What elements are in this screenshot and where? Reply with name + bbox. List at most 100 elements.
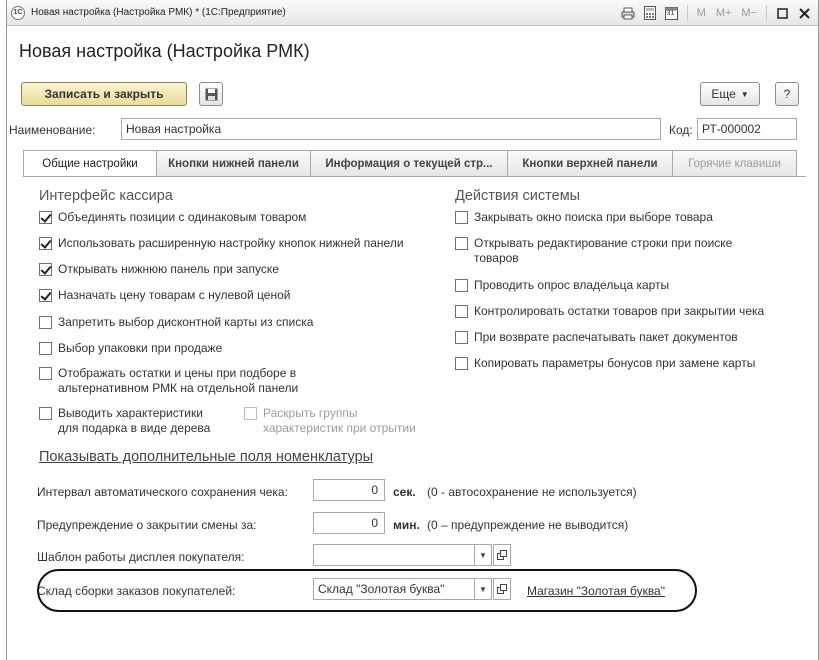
checkbox-label: Назначать цену товарам с нулевой ценой	[58, 288, 291, 302]
checkbox[interactable]	[455, 279, 468, 292]
checkbox[interactable]	[455, 357, 468, 370]
open-form-icon	[497, 550, 507, 560]
code-label: Код:	[669, 123, 693, 137]
toolbar-separator	[686, 5, 688, 21]
shift-warning-unit: мин.	[393, 518, 420, 532]
checkbox-characteristics-tree[interactable]: Выводить характеристики для подарка в вид…	[39, 406, 210, 436]
code-field[interactable]: РТ-000002	[697, 118, 797, 140]
checkbox-label-line2: товаров	[474, 251, 519, 265]
memory-button[interactable]: M	[693, 3, 710, 23]
autosave-unit: сек.	[393, 485, 416, 499]
tab-bottom-panel-buttons[interactable]: Кнопки нижней панели	[156, 150, 311, 176]
checkbox-label: Копировать параметры бонусов при замене …	[474, 356, 756, 370]
checkbox-packaging[interactable]: Выбор упаковки при продаже	[39, 341, 222, 356]
checkbox[interactable]	[39, 289, 52, 302]
checkbox-survey-owner[interactable]: Проводить опрос владельца карты	[455, 278, 669, 293]
checkbox-label: Отображать остатки и цены при подборе ва…	[58, 366, 298, 396]
shift-warning-label: Предупреждение о закрытии смены за:	[37, 518, 257, 532]
name-field[interactable]: Новая настройка	[121, 118, 661, 140]
autosave-label: Интервал автоматического сохранения чека…	[37, 485, 288, 499]
memory-minus-button[interactable]: M−	[737, 3, 761, 23]
checkbox-close-search[interactable]: Закрывать окно поиска при выборе товара	[455, 210, 713, 225]
checkbox[interactable]	[455, 305, 468, 318]
highlight-annotation	[37, 569, 697, 612]
calculator-icon[interactable]	[640, 3, 660, 23]
calendar-icon[interactable]: 31	[662, 3, 682, 23]
checkbox-label: При возврате распечатывать пакет докумен…	[474, 330, 738, 344]
tab-divider	[23, 176, 806, 177]
shift-warning-field[interactable]: 0	[313, 512, 385, 534]
checkbox-open-bottom-panel[interactable]: Открывать нижнюю панель при запуске	[39, 262, 279, 277]
title-bar: 1С Новая настройка (Настройка РМК) * (1С…	[7, 0, 818, 26]
checkbox[interactable]	[39, 407, 52, 420]
title-toolbar: 31 M M+ M−	[618, 3, 814, 23]
checkbox[interactable]	[455, 211, 468, 224]
extra-fields-link[interactable]: Показывать дополнительные поля номенклат…	[39, 449, 373, 465]
display-template-label: Шаблон работы дисплея покупателя:	[37, 550, 245, 564]
tab-bar: Общие настройки Кнопки нижней панели Инф…	[23, 150, 797, 177]
save-button[interactable]	[199, 82, 223, 106]
checkbox-control-stock[interactable]: Контролировать остатки товаров при закры…	[455, 304, 764, 319]
app-window: 1С Новая настройка (Настройка РМК) * (1С…	[6, 0, 819, 660]
checkbox[interactable]	[39, 316, 52, 329]
floppy-disk-icon	[205, 88, 217, 100]
display-template-open[interactable]	[493, 544, 511, 566]
tab-top-panel-buttons[interactable]: Кнопки верхней панели	[507, 150, 673, 176]
checkbox-print-return-docs[interactable]: При возврате распечатывать пакет докумен…	[455, 330, 738, 345]
checkbox-expand-groups[interactable]: Раскрыть группы характеристик при отрытии	[244, 406, 416, 436]
shift-warning-hint: (0 – предупреждение не выводится)	[427, 518, 629, 532]
checkbox-copy-bonus[interactable]: Копировать параметры бонусов при замене …	[455, 356, 755, 371]
checkbox-label: Открывать редактирование строки при поис…	[474, 236, 732, 266]
checkbox[interactable]	[39, 211, 52, 224]
app-logo-icon: 1С	[11, 5, 25, 20]
checkbox[interactable]	[39, 237, 52, 250]
checkbox[interactable]	[39, 342, 52, 355]
chevron-down-icon: ▼	[479, 550, 487, 560]
checkbox[interactable]	[455, 331, 468, 344]
checkbox-open-row-edit[interactable]: Открывать редактирование строки при поис…	[455, 236, 732, 266]
help-button[interactable]: ?	[775, 82, 799, 106]
chevron-down-icon: ▼	[740, 89, 749, 99]
checkbox-label-line1: Выводить характеристики	[58, 406, 203, 420]
toolbar-separator	[766, 5, 767, 21]
checkbox-label: Раскрыть группы характеристик при отрытии	[263, 406, 416, 436]
checkbox-label-line1: Отображать остатки и цены при подборе в	[58, 366, 297, 380]
system-section-title: Действия системы	[455, 188, 581, 204]
more-button[interactable]: Еще ▼	[700, 82, 760, 106]
checkbox-forbid-discount-card[interactable]: Запретить выбор дисконтной карты из спис…	[39, 315, 313, 330]
checkbox-label-line2: характеристик при отрытии	[263, 421, 416, 435]
name-label: Наименование:	[9, 123, 96, 137]
checkbox[interactable]	[244, 407, 257, 420]
printer-icon[interactable]	[618, 3, 638, 23]
save-and-close-button[interactable]: Записать и закрыть	[21, 82, 187, 106]
checkbox-label: Объединять позиции с одинаковым товаром	[58, 210, 307, 224]
interface-section-title: Интерфейс кассира	[39, 188, 173, 204]
display-template-dropdown[interactable]: ▼	[474, 544, 492, 566]
tab-hotkeys[interactable]: Горячие клавиши	[672, 150, 797, 176]
memory-plus-button[interactable]: M+	[712, 3, 736, 23]
checkbox-zero-price[interactable]: Назначать цену товарам с нулевой ценой	[39, 288, 290, 303]
checkbox-label: Выбор упаковки при продаже	[58, 341, 223, 355]
close-icon[interactable]	[794, 3, 814, 23]
checkbox-label-line2: альтернативном РМК на отдельной панели	[58, 381, 299, 395]
checkbox-label-line1: Раскрыть группы	[263, 406, 358, 420]
autosave-field[interactable]: 0	[313, 479, 385, 501]
display-template-field[interactable]	[313, 544, 475, 566]
checkbox[interactable]	[455, 237, 468, 250]
calendar-day: 31	[666, 10, 675, 17]
checkbox-label: Закрывать окно поиска при выборе товара	[474, 210, 713, 224]
checkbox[interactable]	[39, 367, 52, 380]
more-label: Еще	[711, 87, 736, 101]
checkbox-label: Выводить характеристики для подарка в вид…	[58, 406, 210, 436]
checkbox-label: Проводить опрос владельца карты	[474, 278, 670, 292]
maximize-icon[interactable]	[772, 3, 792, 23]
checkbox-extended-buttons[interactable]: Использовать расширенную настройку кнопо…	[39, 236, 404, 251]
checkbox-label: Контролировать остатки товаров при закры…	[474, 304, 765, 318]
tab-general-settings[interactable]: Общие настройки	[23, 150, 157, 177]
tab-current-info[interactable]: Информация о текущей стр...	[310, 150, 508, 176]
checkbox-label-line1: Открывать редактирование строки при поис…	[474, 236, 733, 250]
checkbox[interactable]	[39, 263, 52, 276]
autosave-hint: (0 - автосохранение не используется)	[427, 485, 637, 499]
checkbox-show-stock-prices[interactable]: Отображать остатки и цены при подборе ва…	[39, 366, 298, 396]
checkbox-merge-positions[interactable]: Объединять позиции с одинаковым товаром	[39, 210, 306, 225]
